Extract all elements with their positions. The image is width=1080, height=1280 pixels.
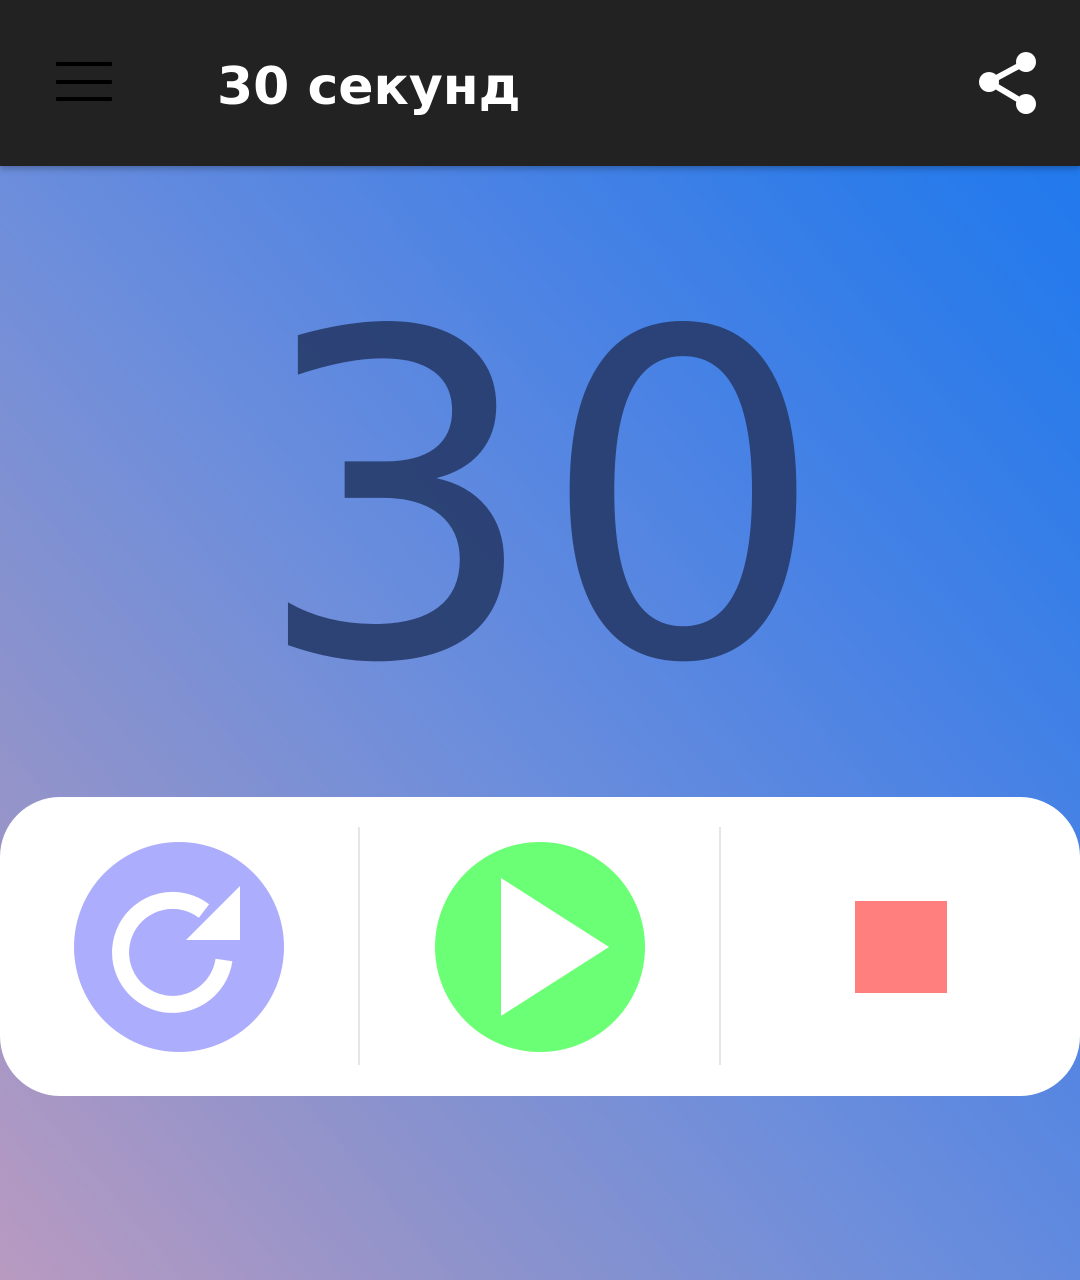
divider — [719, 827, 721, 1065]
timer-display: 30 — [253, 238, 827, 762]
share-button[interactable] — [972, 47, 1044, 119]
page-title: 30 секунд — [217, 57, 521, 117]
menu-button[interactable] — [50, 55, 118, 111]
play-icon — [501, 878, 609, 1016]
divider — [358, 827, 360, 1065]
restart-button[interactable] — [74, 842, 284, 1052]
app-bar: 30 секунд — [0, 0, 1080, 166]
play-button[interactable] — [435, 842, 645, 1052]
stop-button[interactable] — [855, 901, 947, 993]
share-icon — [979, 52, 1036, 114]
controls-panel — [0, 797, 1080, 1096]
restart-icon — [112, 886, 240, 1013]
